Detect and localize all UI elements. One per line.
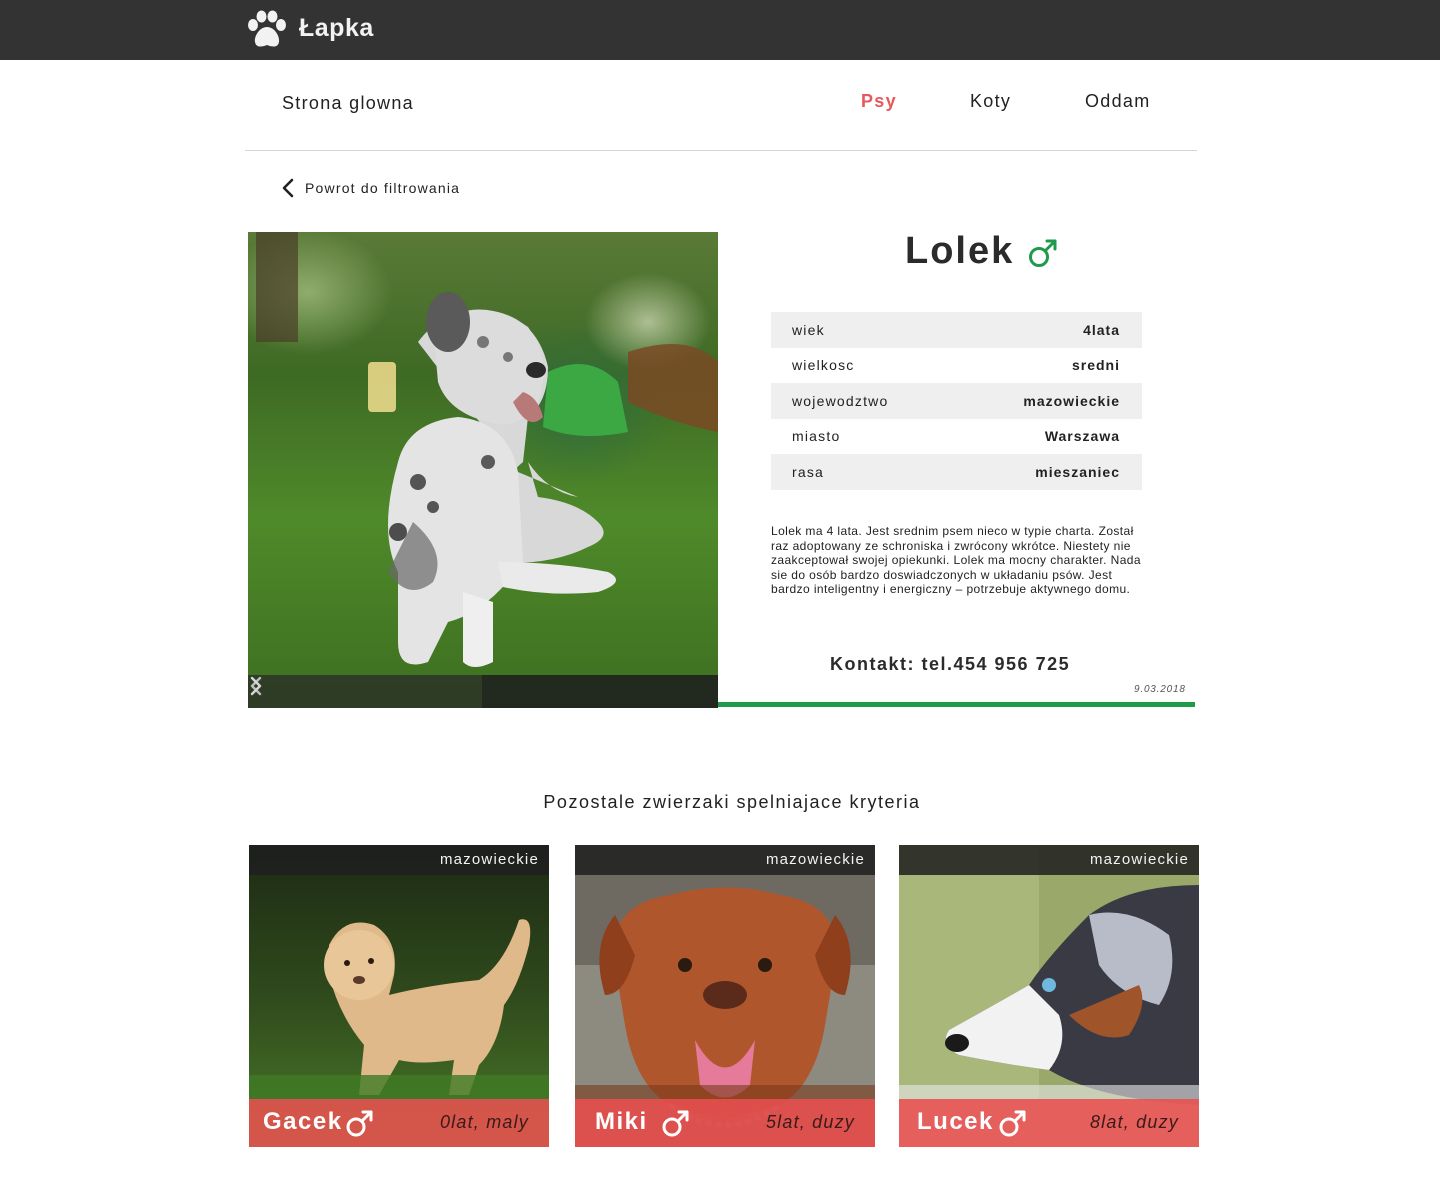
attr-value: Warszawa [1044,428,1120,445]
attr-key: rasa [792,463,825,480]
nav-divider [245,150,1197,151]
card-info: 5lat, duzy [765,1112,855,1132]
card-region: mazowieckie [765,851,865,868]
male-icon [662,1110,689,1137]
top-bar: Łapka [0,0,1440,60]
pet-attributes-table: wiek 4lata wielkosc sredni wojewodztwo m… [771,312,1142,490]
attr-key: wojewodztwo [792,392,889,409]
card-label-bar: Lucek 8lat, duzy [899,1099,1199,1147]
nav-item-psy[interactable]: Psy [861,91,897,112]
posted-date: 9.03.2018 [1134,684,1186,695]
attr-row-wojewodztwo: wojewodztwo mazowieckie [771,383,1142,419]
male-icon [346,1110,373,1137]
pet-card-gacek[interactable]: mazowieckie Gacek 0lat, maly [249,845,549,1147]
male-icon [999,1110,1026,1137]
attr-value: mieszaniec [1035,463,1120,480]
card-name: Gacek [263,1108,343,1135]
attr-row-wielkosc: wielkosc sredni [771,348,1142,384]
pet-name: Lolek [905,230,1015,272]
pet-description: Lolek ma 4 lata. Jest srednim psem nieco… [771,524,1141,596]
back-label: Powrot do filtrowania [305,180,461,196]
contact-phone[interactable]: Kontakt: tel.454 956 725 [830,654,1070,675]
back-to-filter-link[interactable]: Powrot do filtrowania [281,178,460,198]
card-info: 0lat, maly [439,1112,529,1132]
attr-row-miasto: miasto Warszawa [771,419,1142,455]
nav-item-koty[interactable]: Koty [970,91,1011,112]
brand-name[interactable]: Łapka [299,14,374,43]
pet-header: Lolek [905,230,1058,273]
attr-row-rasa: rasa mieszaniec [771,454,1142,490]
card-region: mazowieckie [439,851,539,868]
nav-home-link[interactable]: Strona glowna [282,93,414,114]
card-label-bar: Miki 5lat, duzy [575,1099,875,1147]
pet-photo [256,232,718,667]
gallery-progress [482,675,718,708]
card-label-bar: Gacek 0lat, maly [249,1099,549,1147]
card-region-bar: mazowieckie [899,845,1199,875]
card-region: mazowieckie [1089,851,1189,868]
card-info: 8lat, duzy [1089,1112,1179,1132]
pet-card-lucek[interactable]: mazowieckie Lucek 8lat, duzy [899,845,1199,1147]
chevron-right-icon[interactable] [248,675,264,697]
nav-item-oddam[interactable]: Oddam [1085,91,1151,112]
male-icon [1029,239,1057,267]
pet-photo-gallery[interactable] [248,232,718,708]
section-title: Pozostale zwierzaki spelniajace kryteria [543,792,921,812]
gallery-controls [248,675,718,708]
paw-icon[interactable] [246,10,288,50]
card-region-bar: mazowieckie [575,845,875,875]
attr-key: miasto [792,428,841,445]
card-region-bar: mazowieckie [249,845,549,875]
attr-key: wiek [792,321,825,338]
pet-card-miki[interactable]: mazowieckie Miki 5lat, duzy [575,845,875,1147]
attr-row-wiek: wiek 4lata [771,312,1142,348]
accent-divider [718,702,1195,707]
chevron-left-icon [282,178,294,198]
card-name: Lucek [917,1108,994,1135]
attr-value: 4lata [1083,321,1120,338]
attr-value: mazowieckie [1023,392,1120,409]
card-name: Miki [595,1108,648,1135]
attr-value: sredni [1071,357,1120,374]
attr-key: wielkosc [792,357,855,374]
